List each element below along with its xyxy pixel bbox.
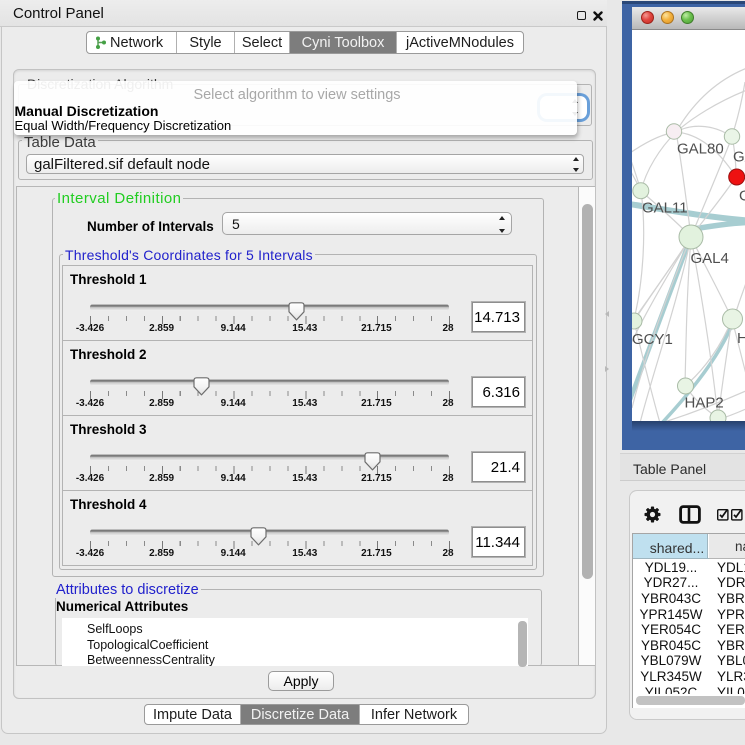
svg-text:G: G — [739, 188, 745, 205]
svg-text:H: H — [737, 330, 745, 347]
svg-text:GAL80: GAL80 — [677, 141, 724, 158]
svg-text:HAP2: HAP2 — [685, 395, 724, 412]
svg-text:GCY1: GCY1 — [632, 331, 673, 348]
svg-text:GAL4: GAL4 — [691, 250, 729, 267]
svg-text:GA: GA — [733, 149, 745, 166]
svg-text:GAL11: GAL11 — [642, 200, 688, 217]
